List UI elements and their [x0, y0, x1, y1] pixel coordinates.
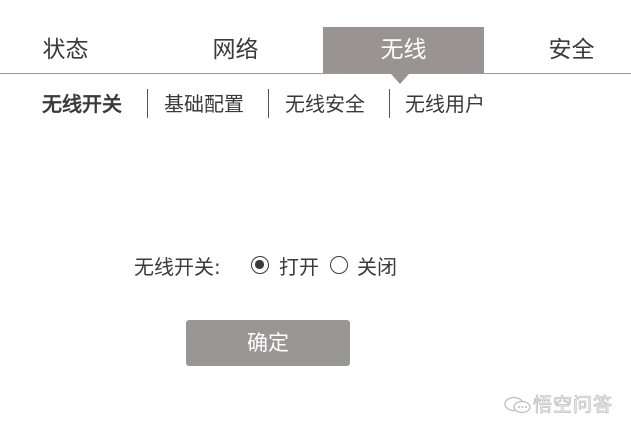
radio-on[interactable]	[251, 256, 269, 274]
subtab-basic-config[interactable]: 基础配置	[164, 91, 244, 117]
subtab-wireless-security[interactable]: 无线安全	[285, 91, 365, 117]
subtab-separator	[268, 89, 269, 118]
tab-status[interactable]: 状态	[0, 27, 131, 74]
tab-wireless[interactable]: 无线	[323, 27, 484, 74]
watermark: 悟空问答	[503, 392, 613, 418]
tab-security[interactable]: 安全	[506, 27, 631, 74]
subtab-separator	[147, 89, 148, 118]
tab-divider-line	[0, 73, 631, 74]
wifi-switch-label: 无线开关:	[134, 255, 221, 279]
subtab-separator	[389, 89, 390, 118]
subtab-wireless-users[interactable]: 无线用户	[405, 91, 485, 117]
watermark-text: 悟空问答	[533, 394, 614, 417]
confirm-button[interactable]: 确定	[186, 320, 350, 366]
radio-off-label[interactable]: 关闭	[357, 254, 397, 280]
radio-off[interactable]	[330, 256, 348, 274]
radio-on-label[interactable]: 打开	[279, 254, 319, 280]
active-tab-pointer	[391, 74, 409, 84]
subtab-wireless-switch[interactable]: 无线开关	[42, 91, 122, 117]
radio-selected-dot	[255, 260, 264, 269]
tab-network[interactable]: 网络	[170, 27, 301, 74]
chat-bubbles-logo-icon	[504, 396, 531, 414]
